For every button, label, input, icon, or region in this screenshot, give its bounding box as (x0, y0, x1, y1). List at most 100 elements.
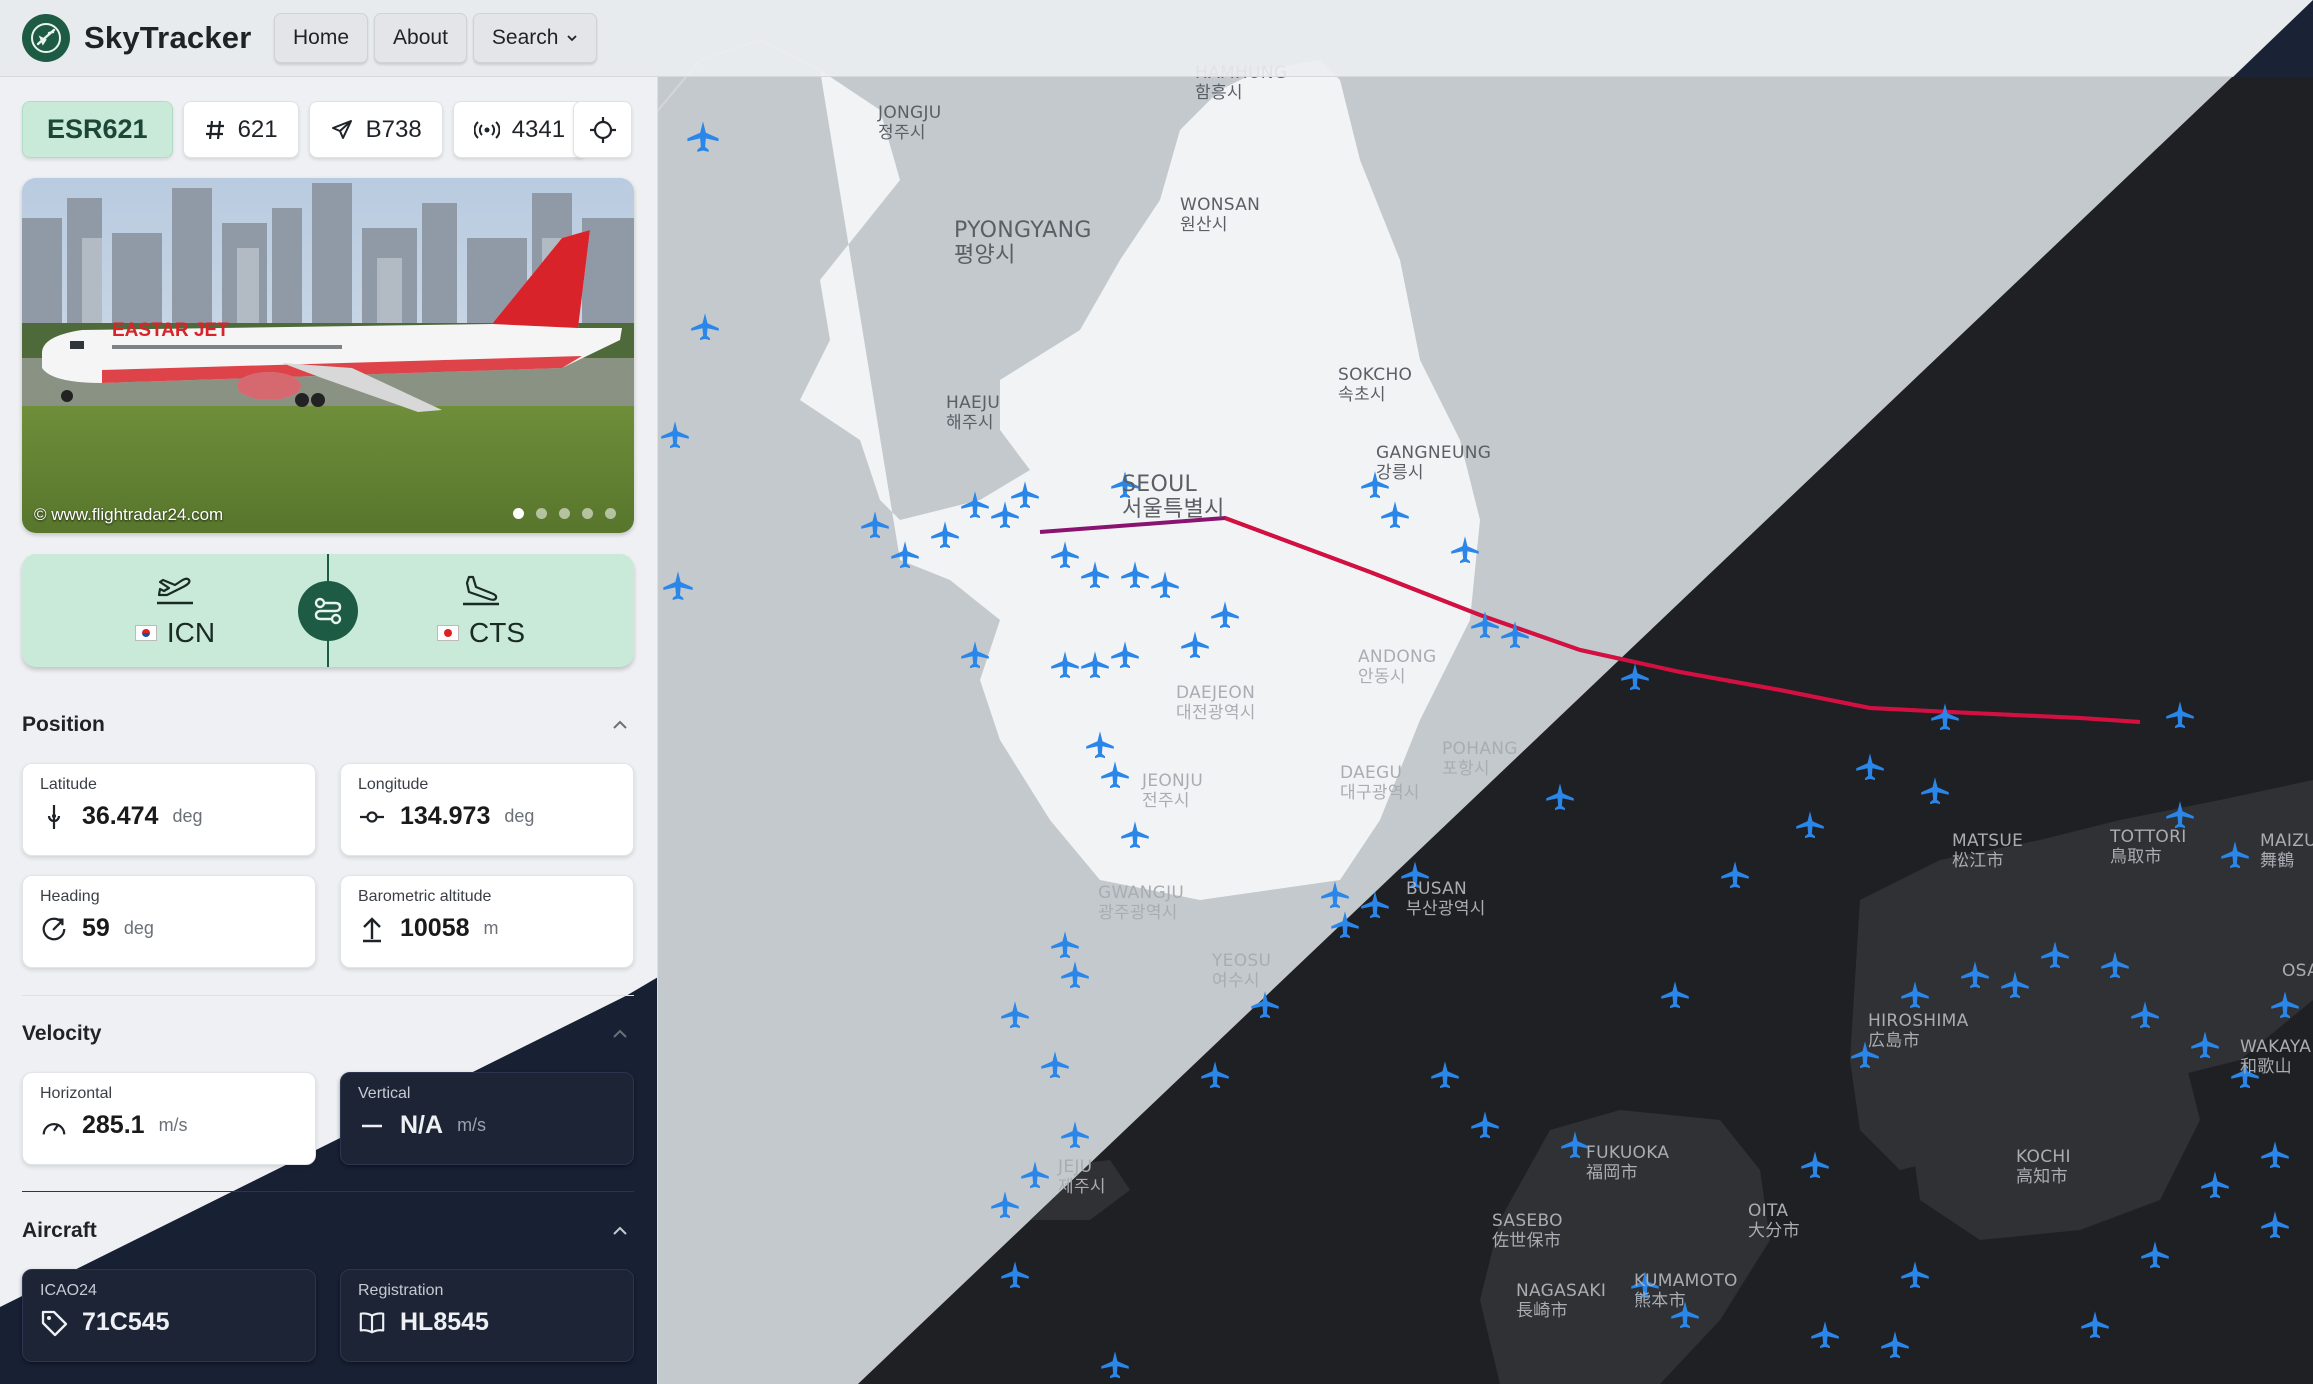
map-label-kumamoto-native: 熊本市 (1634, 1290, 1686, 1311)
map-label-sasebo: SASEBO (1492, 1211, 1563, 1231)
icao24-value: 71C545 (82, 1308, 170, 1336)
map-label-kochi: KOCHI (2016, 1147, 2071, 1167)
map-label-matsue-native: 松江市 (1952, 850, 2004, 871)
map-label-wonsan-native: 원산시 (1180, 214, 1228, 235)
map-label-kumamoto: KUMAMOTO (1634, 1271, 1738, 1291)
map-label-yeosu-native: 여수시 (1212, 970, 1260, 991)
map-label-pyongyang: PYONGYANG (954, 218, 1092, 243)
heading-icon (40, 915, 68, 943)
map-label-daegu: DAEGU (1340, 763, 1403, 783)
arrow-up-icon (358, 915, 386, 943)
chevron-up-icon[interactable] (610, 715, 630, 735)
aircraft-type: B738 (365, 115, 422, 143)
map-label-matsue: MATSUE (1952, 831, 2024, 851)
vertical-speed-card: Vertical N/A m/s (340, 1072, 634, 1165)
flight-identifier-row: ESR621 621 B738 4341 (22, 101, 587, 158)
map-label-tottori-native: 鳥取市 (2110, 846, 2162, 867)
flight-details-sidebar: ESR621 621 B738 4341 EASTAR JET © www.fl… (0, 77, 658, 1384)
main-nav: Home About Search (274, 13, 598, 63)
crosshair-icon (589, 116, 616, 143)
map-label-nagasaki: NAGASAKI (1516, 1281, 1607, 1301)
aircraft-type-chip[interactable]: B738 (308, 101, 443, 158)
map-label-pohang: POHANG (1442, 739, 1518, 759)
carousel-dot[interactable] (605, 508, 616, 519)
position-section-title: Position (22, 713, 105, 736)
nav-home-button[interactable]: Home (274, 13, 369, 63)
departure-code: ICN (166, 616, 216, 648)
map-label-sokcho-native: 속초시 (1338, 384, 1386, 405)
carousel-dot[interactable] (513, 508, 524, 519)
brand[interactable]: SkyTracker (22, 14, 251, 62)
map-label-haeju: HAEJU (946, 393, 1001, 413)
latitude-value: 36.474 (82, 802, 159, 830)
arrival-airport[interactable]: CTS (328, 554, 634, 667)
heading-value: 59 (82, 914, 110, 942)
map-label-gwangju: GWANGJU (1098, 883, 1185, 903)
map-label-gangneung-native: 강릉시 (1376, 462, 1424, 483)
chevron-down-icon (567, 35, 578, 42)
photo-livery-text: EASTAR JET (112, 320, 229, 341)
map-label-daejeon: DAEJEON (1176, 683, 1256, 703)
map-label-jeju-native: 제주시 (1058, 1176, 1106, 1197)
nav-search-dropdown[interactable]: Search (472, 13, 598, 63)
callsign-chip[interactable]: ESR621 (22, 101, 173, 158)
carousel-dot[interactable] (582, 508, 593, 519)
altitude-card: Barometric altitude 10058 m (340, 875, 634, 968)
map-label-andong-native: 안동시 (1358, 666, 1406, 687)
section-divider (22, 1191, 634, 1192)
map-label-wakayama: WAKAYA (2240, 1037, 2312, 1057)
nav-about-button[interactable]: About (374, 13, 467, 63)
departure-airport[interactable]: ICN (22, 554, 328, 667)
flag-south-korea-icon (134, 624, 157, 641)
map-label-busan-native: 부산광역시 (1406, 898, 1486, 919)
heading-card: Heading 59 deg (22, 875, 316, 968)
aircraft-photo[interactable]: EASTAR JET © www.flightradar24.com (22, 178, 634, 533)
registration-label: Registration (358, 1282, 444, 1299)
speedometer-icon (40, 1112, 68, 1140)
map-label-hamhung-native: 함흥시 (1195, 82, 1243, 103)
top-navigation-bar: SkyTracker Home About Search (0, 0, 2313, 77)
minus-icon (358, 1112, 386, 1140)
route-card: ICN CTS (22, 554, 634, 667)
map-label-osaka: OSA (2282, 961, 2313, 981)
takeoff-icon (157, 577, 193, 604)
chevron-up-icon[interactable] (610, 1221, 630, 1241)
broadcast-icon (473, 120, 500, 139)
map-label-gangneung: GANGNEUNG (1376, 443, 1492, 463)
app-name: SkyTracker (84, 20, 252, 55)
map-label-jongju-native: 정주시 (878, 122, 926, 143)
map-label-oita-native: 大分市 (1748, 1220, 1800, 1241)
longitude-label: Longitude (358, 776, 429, 793)
registration-value: HL8545 (400, 1308, 489, 1336)
map-label-maizuru: MAIZU (2260, 831, 2313, 851)
flight-number-chip[interactable]: 621 (182, 101, 299, 158)
altitude-label: Barometric altitude (358, 888, 492, 905)
aircraft-section-title: Aircraft (22, 1219, 97, 1242)
registration-card: Registration HL8545 (340, 1269, 634, 1362)
skytracker-logo-icon (22, 14, 70, 62)
map-label-wonsan: WONSAN (1180, 195, 1261, 215)
carousel-dot[interactable] (559, 508, 570, 519)
altitude-value: 10058 (400, 914, 470, 942)
map-label-hiroshima: HIROSHIMA (1868, 1011, 1969, 1031)
locate-aircraft-button[interactable] (573, 101, 632, 158)
flight-number: 621 (237, 115, 278, 143)
vertical-speed-label: Vertical (358, 1085, 411, 1102)
chevron-up-icon[interactable] (610, 1024, 630, 1044)
heading-unit: deg (123, 918, 154, 938)
map-label-sasebo-native: 佐世保市 (1492, 1230, 1562, 1251)
map-label-jeonju-native: 전주시 (1142, 790, 1190, 811)
map-label-sokcho: SOKCHO (1338, 365, 1413, 385)
longitude-value: 134.973 (400, 802, 491, 830)
map-label-pyongyang-native: 평양시 (954, 243, 1016, 269)
map-label-jeonju: JEONJU (1142, 771, 1204, 791)
carousel-dot[interactable] (536, 508, 547, 519)
map-label-jeju: JEJU (1058, 1157, 1093, 1177)
squawk-chip[interactable]: 4341 (452, 101, 587, 158)
map-label-seoul-native: 서울특별시 (1122, 497, 1225, 523)
map-label-jongju: JONGJU (878, 103, 942, 123)
horizontal-speed-label: Horizontal (40, 1085, 113, 1102)
topbar-dark-corner (2233, 0, 2313, 77)
heading-label: Heading (40, 888, 100, 905)
photo-credit: © www.flightradar24.com (34, 505, 224, 524)
